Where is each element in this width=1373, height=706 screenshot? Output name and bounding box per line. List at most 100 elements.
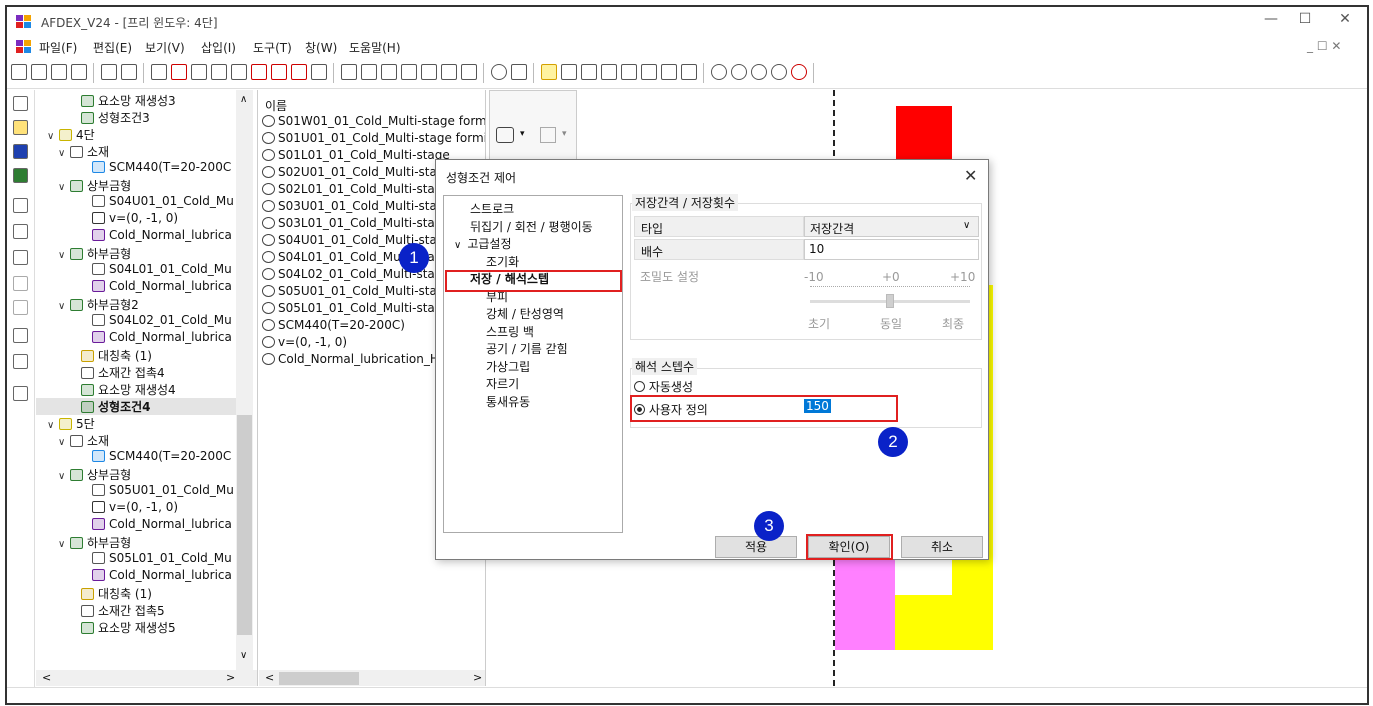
dialog-close-icon[interactable]: ✕: [964, 166, 977, 185]
list-item[interactable]: S01W01_01_Cold_Multi-stage formin: [262, 114, 485, 131]
tree-item[interactable]: SCM440(T=20-200C: [36, 160, 236, 177]
monitor-icon[interactable]: [13, 144, 28, 159]
dialog-tree-item[interactable]: 가상그립: [448, 358, 620, 376]
mesh-view-3-icon[interactable]: [381, 64, 397, 80]
tree-item[interactable]: ∨ 하부금형: [36, 245, 236, 262]
dialog-tree-item[interactable]: ∨ 고급설정: [448, 235, 620, 253]
tree-item[interactable]: Cold_Normal_lubrica: [36, 330, 236, 347]
tree-item[interactable]: ∨ 5단: [36, 415, 236, 432]
tree-item[interactable]: S04L01_01_Cold_Mu: [36, 262, 236, 279]
scroll-up-arrow-icon[interactable]: ∧: [240, 94, 247, 105]
tree-item[interactable]: 성형조건4: [36, 398, 236, 415]
tree-item[interactable]: v=(0, -1, 0): [36, 211, 236, 228]
dialog-tree-item[interactable]: 공기 / 기름 갇힘: [448, 340, 620, 358]
list-item[interactable]: S01U01_01_Cold_Multi-stage forming: [262, 131, 485, 148]
solid-view-icon[interactable]: [541, 64, 557, 80]
tree-item[interactable]: 요소망 재생성4: [36, 381, 236, 398]
dropdown-arrow-icon[interactable]: ▾: [562, 129, 567, 139]
menu-help[interactable]: 도움말(H): [349, 39, 401, 56]
dialog-tree-item[interactable]: 조기화: [448, 253, 620, 271]
tree-hscrollbar[interactable]: [36, 670, 257, 686]
tree-item[interactable]: 대칭축 (1): [36, 347, 236, 364]
scroll-right-arrow-icon[interactable]: >: [226, 671, 235, 684]
stamp-icon[interactable]: [13, 354, 28, 369]
tree-item[interactable]: Cold_Normal_lubrica: [36, 568, 236, 585]
tree-item[interactable]: Cold_Normal_lubrica: [36, 228, 236, 245]
tree-item[interactable]: ∨ 소재: [36, 143, 236, 160]
apply-button[interactable]: 적용: [715, 536, 797, 558]
chevron-down-icon[interactable]: ∨: [58, 437, 70, 448]
type-select[interactable]: 저장간격 ∨: [804, 216, 979, 237]
dialog-tree-item[interactable]: 스프링 백: [448, 323, 620, 341]
pan-hand-icon[interactable]: [771, 64, 787, 80]
zoom-in-icon[interactable]: [731, 64, 747, 80]
scroll-left-arrow-icon[interactable]: <: [42, 671, 51, 684]
list-header-name[interactable]: 이름: [265, 97, 287, 114]
menu-insert[interactable]: 삽입(I): [201, 39, 236, 56]
auto-generate-radio[interactable]: 자동생성: [634, 378, 693, 395]
close-button[interactable]: ✕: [1325, 11, 1365, 31]
object-icon[interactable]: [496, 127, 514, 143]
menu-window[interactable]: 창(W): [305, 39, 337, 56]
menu-view[interactable]: 보기(V): [145, 39, 185, 56]
tree-item[interactable]: ∨ 상부금형: [36, 466, 236, 483]
box-view-7-icon[interactable]: [681, 64, 697, 80]
mesh-view-6-icon[interactable]: [441, 64, 457, 80]
mesh-view-4-icon[interactable]: [401, 64, 417, 80]
dropdown-arrow-icon[interactable]: ▾: [520, 129, 525, 139]
tree-item[interactable]: Cold_Normal_lubrica: [36, 279, 236, 296]
chevron-down-icon[interactable]: ∨: [58, 301, 70, 312]
tree-item[interactable]: 대칭축 (1): [36, 585, 236, 602]
density-slider-thumb[interactable]: [886, 294, 894, 308]
tree-scroll-thumb[interactable]: [237, 415, 252, 635]
divider-icon[interactable]: [13, 300, 28, 315]
chevron-down-icon[interactable]: ∨: [58, 182, 70, 193]
chevron-down-icon[interactable]: ∨: [454, 240, 461, 251]
view-top-icon[interactable]: [231, 64, 247, 80]
scroll-right-arrow-icon[interactable]: >: [473, 671, 482, 684]
view-section-icon[interactable]: [291, 64, 307, 80]
chevron-down-icon[interactable]: ∨: [58, 471, 70, 482]
mesh-view-2-icon[interactable]: [361, 64, 377, 80]
tree-item[interactable]: ∨ 상부금형: [36, 177, 236, 194]
layout-icon[interactable]: [13, 224, 28, 239]
tree-item[interactable]: 소재간 접촉4: [36, 364, 236, 381]
chevron-down-icon[interactable]: ∨: [58, 148, 70, 159]
box-view-4-icon[interactable]: [621, 64, 637, 80]
view-right-icon[interactable]: [211, 64, 227, 80]
new-file-icon[interactable]: [11, 64, 27, 80]
box-view-5-icon[interactable]: [641, 64, 657, 80]
view-shade-icon[interactable]: [311, 64, 327, 80]
menu-tools[interactable]: 도구(T): [253, 39, 292, 56]
chevron-down-icon[interactable]: ∨: [47, 420, 59, 431]
tree-item[interactable]: 요소망 재생성5: [36, 619, 236, 636]
checklist-icon[interactable]: [13, 386, 28, 401]
wrench-icon[interactable]: [461, 64, 477, 80]
forming-icon[interactable]: [13, 120, 28, 135]
box-view-icon[interactable]: [561, 64, 577, 80]
menu-edit[interactable]: 편집(E): [93, 39, 132, 56]
zoom-fit-icon[interactable]: [711, 64, 727, 80]
tree-item[interactable]: ∨ 하부금형: [36, 534, 236, 551]
tree-item[interactable]: ∨ 소재: [36, 432, 236, 449]
box-view-2-icon[interactable]: [581, 64, 597, 80]
display-icon[interactable]: [13, 198, 28, 213]
tree-item[interactable]: SCM440(T=20-200C: [36, 449, 236, 466]
save-icon[interactable]: [71, 64, 87, 80]
tree-item[interactable]: 성형조건3: [36, 109, 236, 126]
grid-icon[interactable]: [511, 64, 527, 80]
dialog-tree-item[interactable]: 스트로크: [448, 200, 620, 218]
tree-item[interactable]: v=(0, -1, 0): [36, 500, 236, 517]
tree-item[interactable]: ∨ 하부금형2: [36, 296, 236, 313]
dialog-tree-item[interactable]: 자르기: [448, 375, 620, 393]
view-front-icon[interactable]: [151, 64, 167, 80]
menu-file[interactable]: 파일(F): [39, 39, 77, 56]
tree-item[interactable]: Cold_Normal_lubrica: [36, 517, 236, 534]
simulation-icon[interactable]: [13, 168, 28, 183]
mesh-view-icon[interactable]: [341, 64, 357, 80]
box-view-6-icon[interactable]: [661, 64, 677, 80]
view-left-icon[interactable]: [191, 64, 207, 80]
table-icon[interactable]: [13, 328, 28, 343]
tree-item[interactable]: S05L01_01_Cold_Mu: [36, 551, 236, 568]
export-icon[interactable]: [121, 64, 137, 80]
